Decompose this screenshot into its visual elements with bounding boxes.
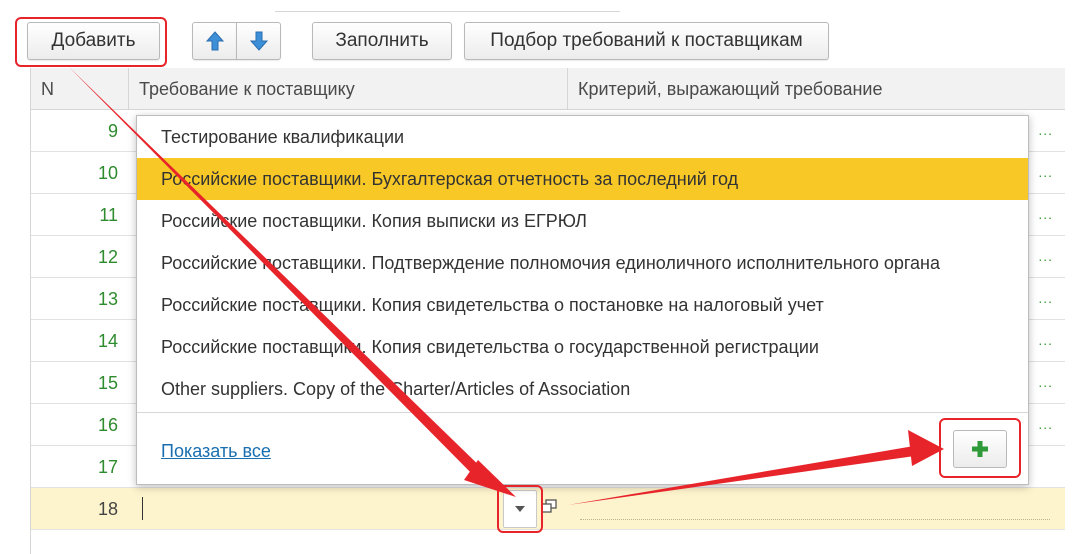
dropdown-item[interactable]: Российские поставщики. Копия свидетельст… xyxy=(137,326,1028,368)
dropdown-item-selected[interactable]: Российские поставщики. Бухгалтерская отч… xyxy=(137,158,1028,200)
criterion-input-underline xyxy=(580,519,1050,520)
add-button[interactable]: Добавить xyxy=(27,22,160,60)
arrow-down-icon xyxy=(249,31,268,51)
open-icon[interactable] xyxy=(541,499,557,517)
criterion-ellipsis: ... xyxy=(1038,416,1053,432)
column-header-requirement[interactable]: Требование к поставщику xyxy=(129,68,568,110)
dropdown-divider xyxy=(137,412,1028,413)
row-number: 15 xyxy=(97,372,118,393)
dropdown-item[interactable]: Other suppliers. Copy of the Charter/Art… xyxy=(137,368,1028,410)
criterion-ellipsis: ... xyxy=(1038,164,1053,180)
requirement-input-caret[interactable] xyxy=(142,497,143,520)
dropdown-item[interactable]: Тестирование квалификации xyxy=(137,116,1028,158)
column-header-criterion[interactable]: Критерий, выражающий требование xyxy=(568,68,1065,110)
triangle-down-icon xyxy=(515,506,525,512)
plus-icon xyxy=(972,441,988,457)
toolbar: Добавить Заполнить Подбор требований к п… xyxy=(0,0,1075,66)
criterion-ellipsis: ... xyxy=(1038,248,1053,264)
select-requirements-button[interactable]: Подбор требований к поставщикам xyxy=(464,22,829,60)
criterion-input[interactable] xyxy=(568,490,1053,528)
row-number: 17 xyxy=(97,456,118,477)
row-number: 18 xyxy=(97,498,118,519)
row-number: 12 xyxy=(97,246,118,267)
arrow-up-icon xyxy=(205,31,224,51)
table-header: N Требование к поставщику Критерий, выра… xyxy=(31,68,1065,110)
requirement-dropdown-list: Тестирование квалификации Российские пос… xyxy=(136,115,1029,485)
show-all-link[interactable]: Показать все xyxy=(161,441,271,462)
dropdown-button[interactable] xyxy=(503,490,537,528)
criterion-ellipsis: ... xyxy=(1038,374,1053,390)
move-up-button[interactable] xyxy=(192,22,237,60)
column-header-n[interactable]: N xyxy=(31,68,129,110)
criterion-ellipsis: ... xyxy=(1038,122,1053,138)
fill-button[interactable]: Заполнить xyxy=(312,22,452,60)
move-down-button[interactable] xyxy=(236,22,281,60)
row-number: 9 xyxy=(107,120,118,141)
dropdown-item[interactable]: Российские поставщики. Копия выписки из … xyxy=(137,200,1028,242)
create-new-button[interactable] xyxy=(953,430,1007,468)
row-number: 10 xyxy=(97,162,118,183)
dropdown-item[interactable]: Российские поставщики. Подтверждение пол… xyxy=(137,242,1028,284)
row-number: 14 xyxy=(97,330,118,351)
criterion-ellipsis: ... xyxy=(1038,206,1053,222)
row-number: 16 xyxy=(97,414,118,435)
row-number: 11 xyxy=(99,204,118,225)
criterion-ellipsis: ... xyxy=(1038,290,1053,306)
criterion-ellipsis: ... xyxy=(1038,332,1053,348)
dropdown-item[interactable]: Российские поставщики. Копия свидетельст… xyxy=(137,284,1028,326)
row-number: 13 xyxy=(97,288,118,309)
